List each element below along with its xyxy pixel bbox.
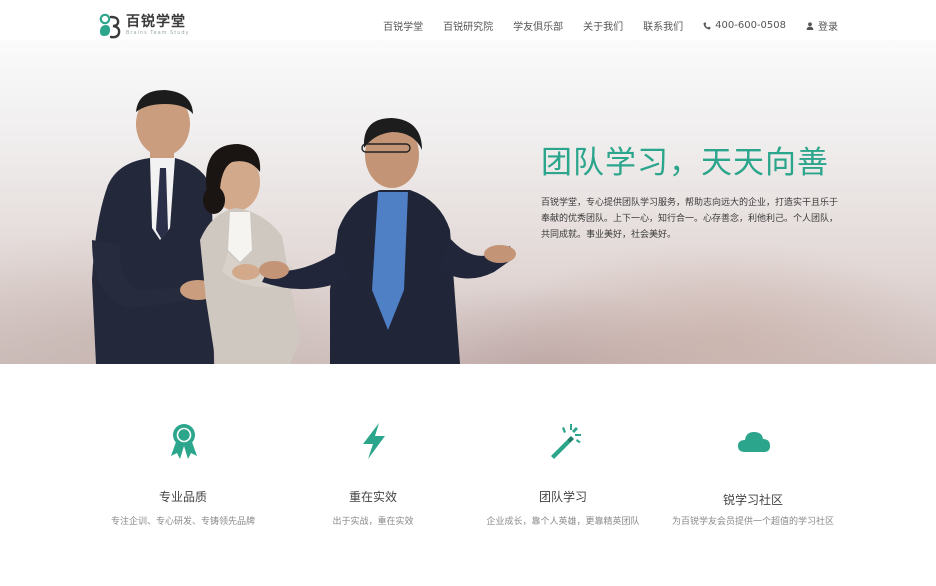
feature-description: 为百锐学友会员提供一个超值的学习社区: [671, 517, 834, 527]
feature-title: 重在实效: [348, 490, 397, 504]
nav-item-about-us[interactable]: 关于我们: [583, 18, 623, 33]
hero-team-photo: [92, 90, 516, 364]
hero-description: 百锐学堂，专心提供团队学习服务，帮助志向远大的企业，打造实干且乐于奉献的优秀团队…: [541, 198, 839, 240]
brand-tagline: Brains Team Study: [126, 30, 190, 36]
logo-mark-icon: [99, 13, 121, 39]
hero-title: 团队学习，天天向善: [541, 145, 829, 181]
feature-description: 企业成长，靠个人英雄，更靠精英团队: [486, 517, 640, 527]
login-link[interactable]: 登录: [806, 18, 838, 33]
magic-wand-icon: [551, 424, 581, 459]
brand-logo[interactable]: 百锐学堂 Brains Team Study: [97, 12, 190, 40]
brand-name: 百锐学堂: [126, 14, 186, 30]
feature-title: 团队学习: [538, 490, 587, 504]
main-nav: 百锐学堂 百锐研究院 学友俱乐部 关于我们 联系我们 400-600-0508 …: [383, 18, 838, 33]
site-header: 百锐学堂 Brains Team Study 百锐学堂 百锐研究院 学友俱乐部 …: [0, 0, 936, 52]
cloud-icon: [738, 432, 770, 452]
user-icon: [806, 21, 814, 30]
feature-description: 专注企训、专心研发、专铸领先品牌: [110, 517, 255, 527]
nav-item-alumni-club[interactable]: 学友俱乐部: [513, 18, 563, 33]
lightning-bolt-icon: [363, 423, 385, 459]
login-label: 登录: [818, 22, 838, 33]
feature-title: 专业品质: [158, 490, 207, 504]
person-middle: [200, 144, 300, 364]
feature-title: 锐学习社区: [722, 493, 783, 507]
nav-item-contact-us[interactable]: 联系我们: [643, 18, 683, 33]
hero-banner: 团队学习，天天向善 百锐学堂，专心提供团队学习服务，帮助志向远大的企业，打造实干…: [0, 40, 936, 364]
features-section: 专业品质 专注企训、专心研发、专铸领先品牌 重在实效 出于实战，重在实效 团队学…: [0, 364, 936, 586]
person-left: [92, 90, 216, 364]
nav-item-bairui-xuetang[interactable]: 百锐学堂: [383, 18, 423, 33]
hero-text-block: 团队学习，天天向善 百锐学堂，专心提供团队学习服务，帮助志向远大的企业，打造实干…: [541, 143, 841, 243]
award-ribbon-icon: [171, 424, 197, 459]
phone-number: 400-600-0508: [715, 20, 786, 31]
phone-link[interactable]: 400-600-0508: [703, 20, 786, 31]
phone-icon: [703, 21, 711, 29]
nav-item-research-institute[interactable]: 百锐研究院: [443, 18, 493, 33]
feature-description: 出于实战，重在实效: [332, 517, 414, 527]
